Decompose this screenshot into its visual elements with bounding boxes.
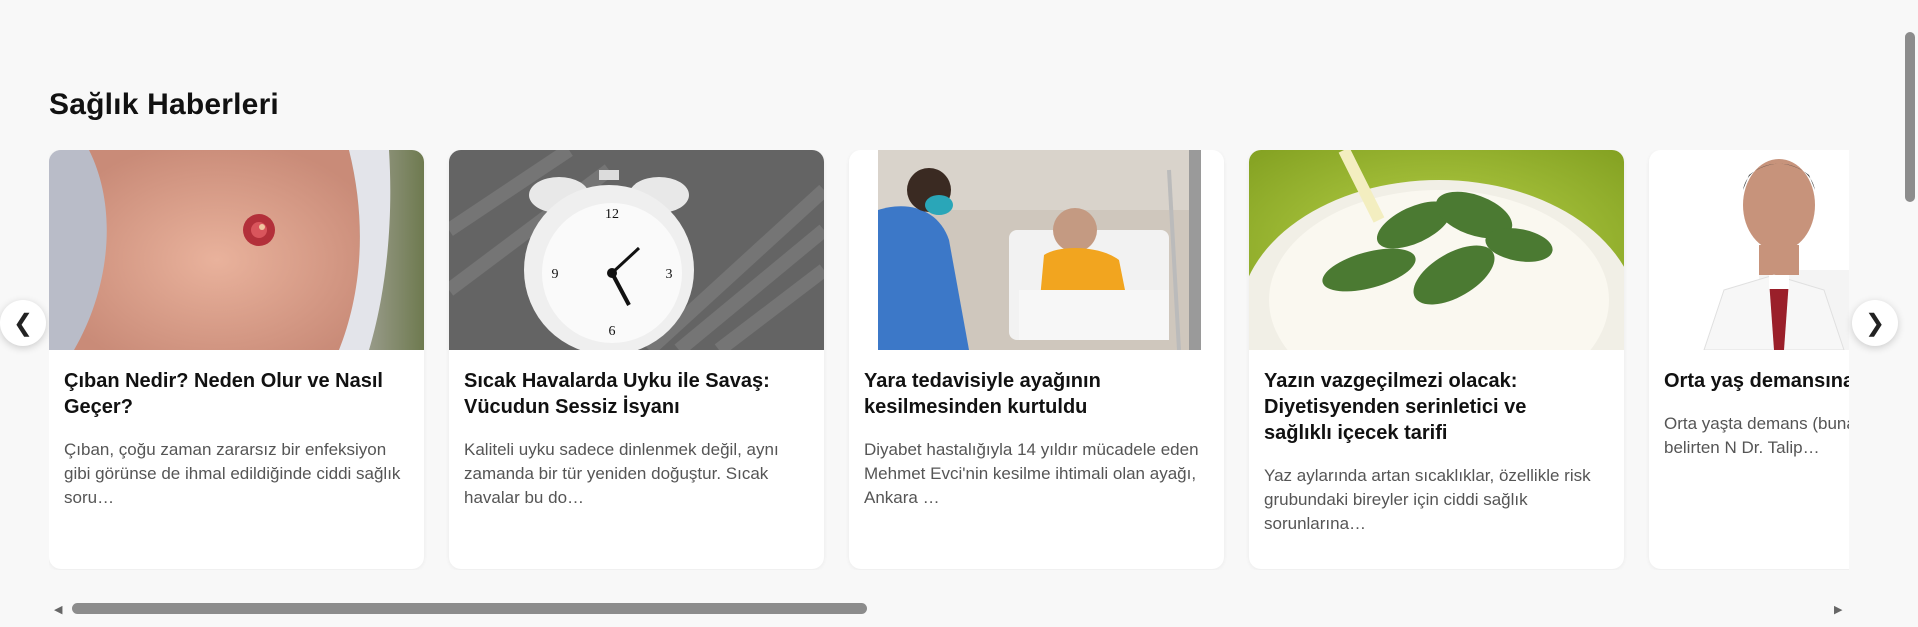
- chevron-right-icon: ❯: [1864, 309, 1886, 337]
- card-title[interactable]: Sıcak Havalarda Uyku ile Savaş: Vücudun …: [464, 368, 799, 420]
- svg-text:6: 6: [609, 324, 616, 339]
- news-carousel: Çıban Nedir? Neden Olur ve Nasıl Geçer? …: [49, 150, 1849, 570]
- card-title[interactable]: Çıban Nedir? Neden Olur ve Nasıl Geçer?: [64, 368, 399, 420]
- news-card[interactable]: Orta yaş demansına Orta yaşta demans (bu…: [1649, 150, 1849, 569]
- arm-boil-image[interactable]: [49, 150, 424, 350]
- horizontal-scrollbar[interactable]: ◀ ▶: [54, 600, 1844, 618]
- svg-text:3: 3: [666, 267, 673, 282]
- card-description: Orta yaşta demans (buna riskinin arttığı…: [1664, 414, 1849, 457]
- card-title[interactable]: Orta yaş demansına: [1664, 368, 1849, 394]
- hospital-patient-image[interactable]: [849, 150, 1224, 350]
- card-title[interactable]: Yara tedavisiyle ayağının kesilmesinden …: [864, 368, 1199, 420]
- svg-text:9: 9: [552, 267, 559, 282]
- carousel-prev-button[interactable]: ❮: [0, 300, 46, 346]
- card-description: Yaz aylarında artan sıcaklıklar, özellik…: [1264, 466, 1591, 533]
- scroll-right-arrow-icon[interactable]: ▶: [1834, 603, 1842, 616]
- alarm-clock-image[interactable]: 12 3 6 9: [449, 150, 824, 350]
- carousel-next-button[interactable]: ❯: [1852, 300, 1898, 346]
- svg-text:12: 12: [605, 207, 619, 222]
- chevron-left-icon: ❮: [12, 309, 34, 337]
- news-card[interactable]: Yara tedavisiyle ayağının kesilmesinden …: [849, 150, 1224, 569]
- card-description: Diyabet hastalığıyla 14 yıldır mücadele …: [864, 440, 1199, 507]
- news-card[interactable]: Çıban Nedir? Neden Olur ve Nasıl Geçer? …: [49, 150, 424, 569]
- section-title: Sağlık Haberleri: [49, 88, 279, 121]
- horizontal-scrollbar-thumb[interactable]: [72, 603, 867, 614]
- news-card[interactable]: 12 3 6 9 Sıcak Havalarda Uyku ile Savaş: V…: [449, 150, 824, 569]
- news-card[interactable]: Yazın vazgeçilmezi olacak: Diyetisyenden…: [1249, 150, 1624, 569]
- doctor-portrait-image[interactable]: [1649, 150, 1849, 350]
- mint-drink-image[interactable]: [1249, 150, 1624, 350]
- card-title[interactable]: Yazın vazgeçilmezi olacak: Diyetisyenden…: [1264, 368, 1599, 446]
- card-description: Kaliteli uyku sadece dinlenmek değil, ay…: [464, 440, 779, 507]
- scroll-left-arrow-icon[interactable]: ◀: [54, 603, 62, 616]
- vertical-scrollbar-thumb[interactable]: [1905, 32, 1915, 202]
- card-description: Çıban, çoğu zaman zararsız bir enfeksiyo…: [64, 440, 401, 507]
